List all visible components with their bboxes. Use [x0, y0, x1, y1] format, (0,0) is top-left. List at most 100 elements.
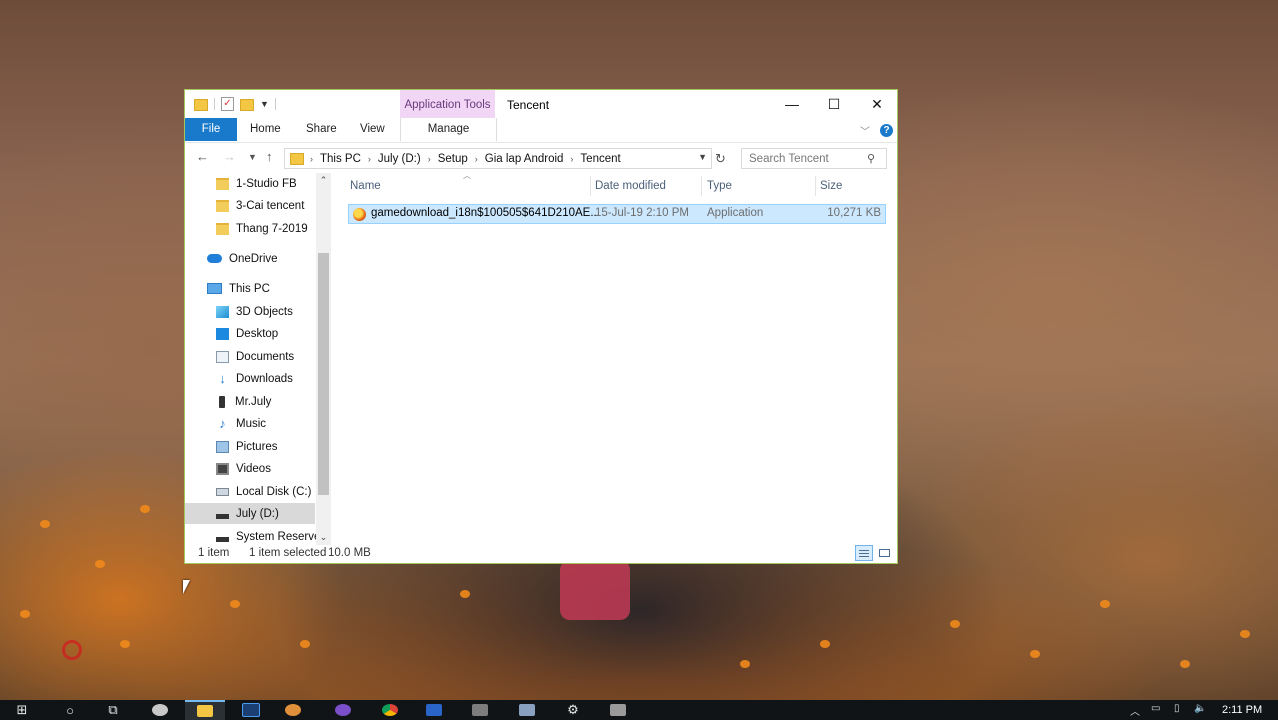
column-header-date-modified[interactable]: Date modified: [595, 176, 666, 196]
nav-item-this-pc[interactable]: This PC: [185, 278, 315, 299]
task-view-icon[interactable]: ⧉: [93, 700, 133, 720]
refresh-icon[interactable]: ↻: [715, 151, 726, 167]
up-arrow-icon[interactable]: ↑: [266, 149, 273, 164]
tab-view[interactable]: View: [360, 118, 385, 141]
nav-item-music[interactable]: ♪ Music: [185, 413, 315, 434]
sort-ascending-icon: ︿: [463, 171, 471, 180]
chrome-icon[interactable]: [370, 700, 410, 720]
wallpaper-flower: [300, 640, 310, 648]
column-header-type[interactable]: Type: [707, 176, 732, 196]
volume-icon[interactable]: 🔈: [1194, 703, 1206, 714]
network-icon[interactable]: ▯: [1174, 703, 1180, 714]
start-icon[interactable]: ⊞: [2, 700, 42, 720]
title-bar[interactable]: ✓ ▼ Application Tools Tencent — ☐ ✕: [185, 90, 897, 118]
nav-item-label: Music: [236, 417, 267, 430]
breadcrumb-this-pc[interactable]: This PC: [320, 153, 361, 165]
breadcrumb-gia-lap-android[interactable]: Gia lap Android: [485, 153, 564, 165]
nav-item-documents[interactable]: Documents: [185, 346, 315, 367]
nav-item-system-reserved[interactable]: System Reservec: [185, 526, 317, 545]
3d-objects-icon: [216, 305, 229, 318]
chevron-right-icon[interactable]: ›: [475, 154, 478, 164]
app-icon[interactable]: [273, 700, 313, 720]
file-explorer-icon[interactable]: [185, 700, 225, 720]
settings-icon[interactable]: ⚙: [553, 700, 593, 720]
nav-item-3-cai-tencent[interactable]: 3-Cai tencent: [185, 195, 315, 216]
tab-manage[interactable]: Manage: [400, 118, 497, 141]
paint-icon[interactable]: [140, 700, 180, 720]
column-header-name[interactable]: Name: [350, 176, 381, 196]
nav-item-thang-7-2019[interactable]: Thang 7-2019: [185, 218, 315, 239]
search-icon[interactable]: ○: [50, 700, 90, 720]
nav-pane-scrollbar[interactable]: ⌃ ⌄: [316, 173, 331, 545]
properties-icon[interactable]: ✓: [221, 97, 234, 111]
search-input[interactable]: [742, 150, 867, 167]
navigation-pane[interactable]: 1-Studio FB 3-Cai tencent Thang 7-2019 O…: [185, 173, 317, 545]
column-header-size[interactable]: Size: [820, 176, 842, 196]
nav-item-label: Documents: [236, 350, 295, 363]
taskbar-clock[interactable]: 2:11 PM: [1222, 704, 1262, 716]
app-icon[interactable]: [598, 700, 638, 720]
phone-icon: [219, 395, 225, 408]
wallpaper-flower: [20, 610, 30, 618]
expand-ribbon-chevron-icon[interactable]: ﹀: [860, 123, 870, 138]
search-box[interactable]: ⚲: [741, 148, 887, 169]
status-selection: 1 item selected: [249, 547, 327, 559]
wallpaper-flower: [460, 590, 470, 598]
details-view-button[interactable]: [855, 545, 873, 561]
scrollbar-thumb[interactable]: [318, 253, 329, 495]
tray-chevron-icon[interactable]: ︿: [1130, 703, 1140, 718]
nav-item-label: 3D Objects: [236, 305, 293, 318]
nav-item-downloads[interactable]: ↓ Downloads: [185, 368, 315, 389]
help-icon[interactable]: ?: [880, 124, 893, 137]
minimize-button[interactable]: —: [770, 90, 814, 118]
photoshop-icon[interactable]: [231, 700, 271, 720]
breadcrumb-july-d[interactable]: July (D:): [378, 153, 421, 165]
recent-locations-chevron-icon[interactable]: ▼: [248, 152, 257, 162]
scroll-down-icon[interactable]: ⌄: [316, 530, 331, 545]
customize-toolbar-chevron-icon[interactable]: ▼: [260, 99, 269, 109]
nav-item-onedrive[interactable]: OneDrive: [185, 248, 315, 269]
file-date-modified: 15-Jul-19 2:10 PM: [595, 207, 689, 219]
nav-item-mr-july[interactable]: Mr.July: [185, 391, 315, 412]
nav-item-july-d[interactable]: July (D:): [185, 503, 315, 524]
nav-item-1-studio-fb[interactable]: 1-Studio FB: [185, 173, 315, 194]
chevron-right-icon[interactable]: ›: [570, 154, 573, 164]
breadcrumb-tencent[interactable]: Tencent: [580, 153, 620, 165]
address-bar[interactable]: › This PC › July (D:) › Setup › Gia lap …: [284, 148, 712, 169]
tab-file[interactable]: File: [185, 118, 237, 141]
nav-item-videos[interactable]: Videos: [185, 458, 315, 479]
column-divider[interactable]: [590, 176, 591, 196]
nav-item-desktop[interactable]: Desktop: [185, 323, 315, 344]
address-history-chevron-icon[interactable]: ▼: [698, 152, 707, 162]
downloads-icon: ↓: [219, 370, 226, 386]
nav-item-local-disk-c[interactable]: Local Disk (C:): [185, 481, 315, 502]
tab-share[interactable]: Share: [306, 118, 337, 141]
file-row[interactable]: gamedownload_i18n$100505$641D210AE... 15…: [348, 204, 886, 224]
column-divider[interactable]: [815, 176, 816, 196]
new-folder-icon[interactable]: [240, 99, 254, 111]
file-explorer-window[interactable]: ✓ ▼ Application Tools Tencent — ☐ ✕ File…: [184, 89, 898, 564]
maximize-button[interactable]: ☐: [812, 90, 856, 118]
app-icon[interactable]: [414, 700, 454, 720]
tab-home[interactable]: Home: [250, 118, 281, 141]
folder-icon[interactable]: [194, 99, 208, 111]
close-button[interactable]: ✕: [855, 90, 899, 118]
column-divider[interactable]: [701, 176, 702, 196]
app-icon[interactable]: [507, 700, 547, 720]
search-icon[interactable]: ⚲: [867, 152, 875, 165]
app-icon[interactable]: [460, 700, 500, 720]
tray-device-icon[interactable]: ▭: [1151, 703, 1160, 714]
nav-item-pictures[interactable]: Pictures: [185, 436, 315, 457]
breadcrumb-setup[interactable]: Setup: [438, 153, 468, 165]
chevron-right-icon[interactable]: ›: [428, 154, 431, 164]
nav-item-3d-objects[interactable]: 3D Objects: [185, 301, 315, 322]
viber-icon[interactable]: [323, 700, 363, 720]
large-icons-view-button[interactable]: [876, 545, 894, 561]
nav-item-label: This PC: [229, 282, 270, 295]
chevron-right-icon[interactable]: ›: [310, 154, 313, 164]
forward-arrow-icon[interactable]: →: [223, 149, 236, 164]
back-arrow-icon[interactable]: ←: [196, 149, 209, 164]
scroll-up-icon[interactable]: ⌃: [316, 173, 331, 188]
chevron-right-icon[interactable]: ›: [368, 154, 371, 164]
videos-icon: [216, 462, 229, 475]
